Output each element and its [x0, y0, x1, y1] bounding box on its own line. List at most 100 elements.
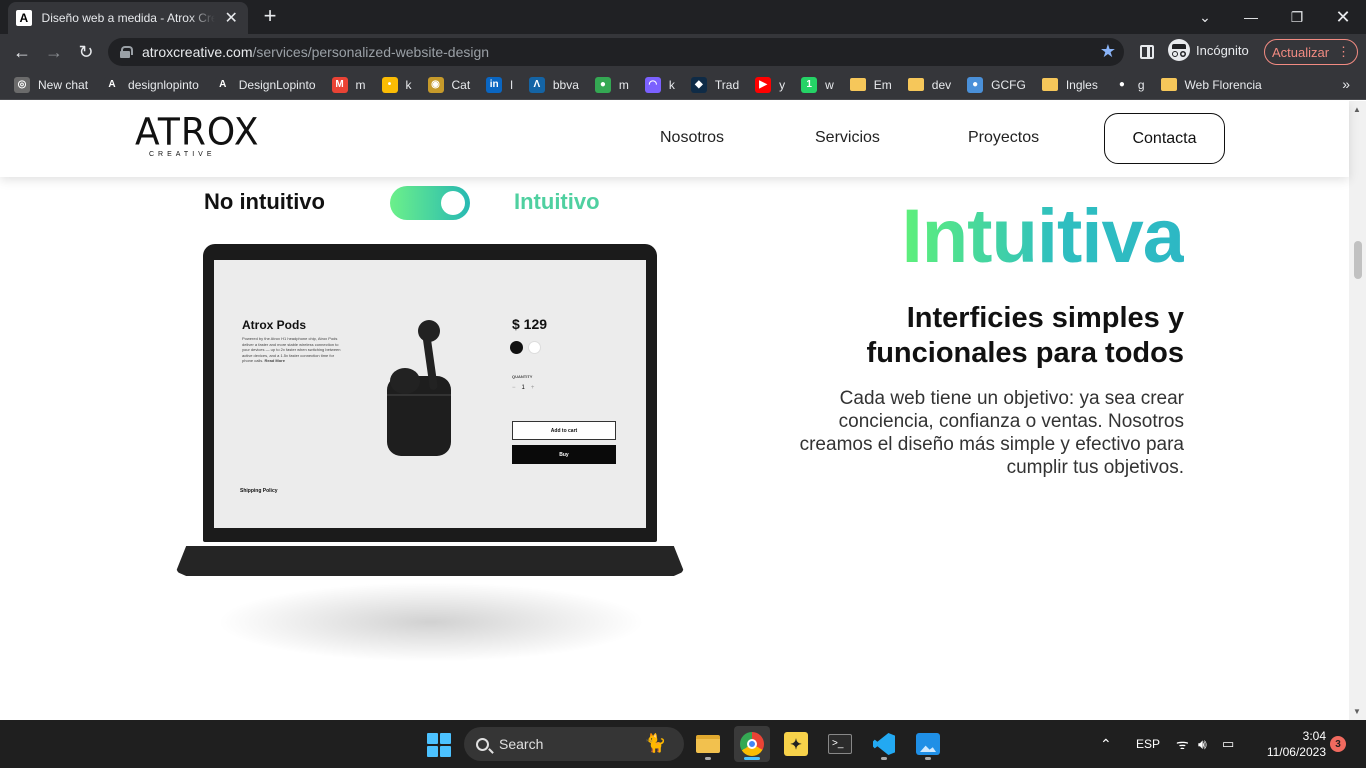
scroll-down-icon[interactable]: ▼	[1353, 707, 1361, 716]
chrome-icon[interactable]	[734, 726, 770, 762]
close-tab-icon[interactable]: ✕	[223, 8, 240, 28]
taskbar-search-label: Search	[499, 736, 544, 752]
bookmark-label: l	[510, 77, 513, 92]
forward-button[interactable]: →	[40, 38, 68, 66]
section-heading: Intuitiva	[901, 194, 1185, 279]
more-bookmarks-icon[interactable]: »	[1342, 76, 1350, 92]
nav-servicios[interactable]: Servicios	[815, 129, 880, 147]
laptop-lid: Atrox Pods Powered by the Atrox H1 headp…	[203, 244, 657, 542]
bookmark-label: m	[355, 77, 366, 92]
arc-icon: ◠	[644, 76, 661, 93]
wifi-icon[interactable]: ᯤ	[1176, 720, 1189, 768]
chatgpt-icon: ◎	[14, 76, 30, 93]
taskbar-clock[interactable]: 3:04 11/06/2023	[1250, 728, 1326, 760]
bookmark-item[interactable]: Ingles	[1041, 77, 1098, 92]
bookmark-star-icon[interactable]: ★	[1100, 41, 1116, 62]
bookmark-item[interactable]: ● g	[1113, 76, 1145, 93]
bookmark-item[interactable]: ▶ y	[755, 76, 786, 93]
close-window-button[interactable]: ✕	[1320, 0, 1366, 34]
youtube-icon: ▶	[755, 76, 772, 93]
nav-nosotros[interactable]: Nosotros	[660, 129, 724, 147]
bookmark-item[interactable]: ◆ Trad	[690, 76, 739, 93]
bookmark-label: DesignLopinto	[238, 77, 316, 92]
scroll-up-icon[interactable]: ▲	[1353, 105, 1361, 114]
side-panel-icon[interactable]	[1140, 45, 1154, 59]
bookmark-item[interactable]: ● m	[594, 76, 629, 93]
bookmark-label: bbva	[552, 77, 579, 92]
update-button[interactable]: Actualizar ⋮	[1264, 39, 1358, 65]
section-body: Cada web tiene un objetivo: ya sea crear…	[799, 388, 1184, 478]
minimize-button[interactable]: —	[1228, 0, 1274, 34]
clock-date: 11/06/2023	[1266, 745, 1326, 759]
notification-badge[interactable]: 3	[1330, 736, 1346, 752]
bookmark-item[interactable]: Web Florencia	[1160, 78, 1262, 92]
incognito-indicator[interactable]: Incógnito	[1168, 39, 1249, 61]
scroll-thumb[interactable]	[1354, 241, 1362, 279]
add-to-cart-mock-button: Add to cart	[512, 421, 616, 440]
bookmark-label: dev	[931, 77, 952, 92]
folder-icon	[849, 78, 866, 91]
bookmark-item[interactable]: Adesignlopinto	[104, 76, 199, 93]
windows-start-icon[interactable]	[427, 733, 451, 757]
atrox-logo[interactable]: ATROX CREATIVE	[135, 111, 259, 163]
taskbar-search[interactable]: Search 🐈	[464, 727, 684, 761]
language-indicator[interactable]: ESP	[1136, 720, 1160, 768]
bookmark-item[interactable]: Mm	[331, 76, 366, 93]
folder-icon	[1160, 78, 1177, 91]
bookmark-label: Em	[873, 77, 892, 92]
contact-button[interactable]: Contacta	[1104, 113, 1225, 164]
atrox-icon: A	[104, 76, 121, 93]
bookmark-item[interactable]: A DesignLopinto	[214, 76, 316, 93]
bookmark-item[interactable]: • k	[381, 76, 412, 93]
sticker-app-icon[interactable]: ✦	[778, 726, 814, 762]
incognito-label: Incógnito	[1196, 42, 1249, 58]
volume-icon[interactable]: 🔊︎	[1198, 720, 1207, 768]
incognito-icon	[1168, 39, 1190, 61]
qty-value: 1	[521, 385, 525, 391]
bookmark-item[interactable]: ◉ Cat	[427, 76, 470, 93]
new-tab-button[interactable]: +	[258, 4, 282, 28]
bookmark-item[interactable]: Λbbva	[528, 76, 579, 93]
bookmark-label: designlopinto	[128, 77, 199, 92]
windows-taskbar: Search 🐈 ✦ >_ ⌃ ESP ᯤ 🔊︎ ▭ 3:04 11/06/20…	[0, 720, 1366, 768]
bookmark-item[interactable]: in l	[486, 76, 513, 93]
bookmark-item[interactable]: 1w	[801, 76, 834, 93]
battery-icon[interactable]: ▭	[1222, 720, 1234, 768]
browser-tab[interactable]: A Diseño web a medida - Atrox Creative ✕	[8, 2, 248, 34]
vscode-icon[interactable]	[866, 726, 902, 762]
bookmark-item[interactable]: Em	[849, 77, 892, 92]
bookmark-label: y	[779, 77, 786, 92]
reload-button[interactable]: ↻	[72, 38, 100, 66]
bookmark-label: m	[618, 77, 629, 92]
bookmark-item[interactable]: ◎ New chat	[14, 76, 88, 93]
address-bar[interactable]: atroxcreative.com/services/personalized-…	[108, 38, 1124, 66]
intuitive-toggle-row: No intuitivo Intuitivo	[204, 185, 624, 221]
lock-icon[interactable]	[120, 46, 133, 58]
bookmark-item[interactable]: dev	[907, 77, 952, 92]
photos-app-icon[interactable]	[910, 726, 946, 762]
terminal-icon[interactable]: >_	[822, 726, 858, 762]
back-button[interactable]: ←	[8, 38, 36, 66]
tab-title: Diseño web a medida - Atrox Creative	[41, 11, 215, 25]
github-icon: ●	[1113, 76, 1130, 93]
color-swatch-white	[528, 341, 541, 354]
url-path: /services/personalized-website-design	[252, 44, 490, 60]
quantity-label: QUANTITY	[512, 374, 533, 379]
page-scrollbar[interactable]: ▲ ▼	[1349, 101, 1366, 720]
tab-search-chevron-icon[interactable]: ⌄	[1182, 0, 1228, 34]
intuitive-toggle-switch[interactable]	[390, 186, 470, 220]
show-hidden-icons-chevron-icon[interactable]: ⌃	[1100, 720, 1112, 768]
cat-icon: ◉	[427, 76, 444, 93]
linkedin-icon: in	[486, 76, 503, 93]
bookmark-item[interactable]: ● GCFG	[967, 76, 1026, 93]
file-explorer-icon[interactable]	[690, 726, 726, 762]
gmail-icon: M	[331, 76, 348, 93]
buy-mock-button: Buy	[512, 445, 616, 464]
nav-proyectos[interactable]: Proyectos	[968, 129, 1039, 147]
product-description-text: Powered by the Atrox H1 headphone chip, …	[242, 336, 341, 363]
browser-toolbar: ← → ↻ atroxcreative.com/services/persona…	[0, 34, 1366, 70]
qty-plus-icon: +	[530, 385, 535, 391]
restore-button[interactable]: ❐	[1274, 0, 1320, 34]
bookmark-item[interactable]: ◠ k	[644, 76, 675, 93]
bookmark-label: Ingles	[1065, 77, 1098, 92]
